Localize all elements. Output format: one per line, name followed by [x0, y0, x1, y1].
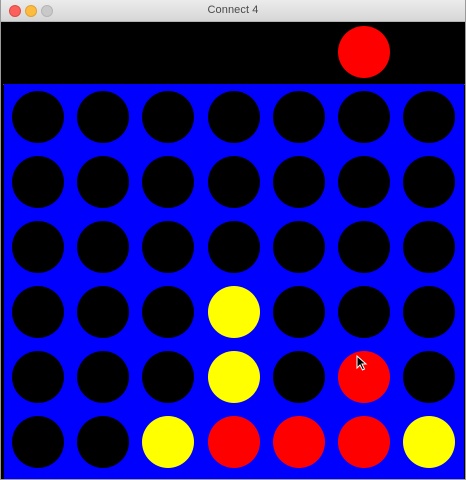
empty-slot[interactable]	[207, 221, 260, 273]
empty-slot[interactable]	[403, 221, 456, 273]
empty-slot[interactable]	[207, 91, 260, 143]
red-piece[interactable]	[272, 416, 325, 468]
empty-slot[interactable]	[403, 351, 456, 403]
empty-slot[interactable]	[338, 286, 390, 338]
empty-slot[interactable]	[272, 286, 325, 338]
hover-piece	[338, 26, 390, 78]
empty-slot[interactable]	[272, 221, 325, 273]
empty-slot[interactable]	[403, 156, 456, 208]
empty-slot[interactable]	[77, 156, 130, 208]
empty-slot[interactable]	[272, 91, 325, 143]
mouse-cursor-icon	[356, 355, 368, 371]
empty-slot[interactable]	[142, 91, 195, 143]
yellow-piece[interactable]	[403, 416, 456, 468]
yellow-piece[interactable]	[142, 416, 195, 468]
empty-slot[interactable]	[338, 221, 390, 273]
empty-slot[interactable]	[12, 156, 64, 208]
empty-slot[interactable]	[338, 91, 390, 143]
empty-slot[interactable]	[77, 416, 130, 468]
empty-slot[interactable]	[142, 221, 195, 273]
empty-slot[interactable]	[77, 351, 130, 403]
empty-slot[interactable]	[12, 286, 64, 338]
empty-slot[interactable]	[207, 156, 260, 208]
window-title: Connect 4	[207, 4, 259, 16]
empty-slot[interactable]	[12, 351, 64, 403]
empty-slot[interactable]	[12, 91, 64, 143]
empty-slot[interactable]	[142, 156, 195, 208]
empty-slot[interactable]	[338, 156, 390, 208]
empty-slot[interactable]	[403, 91, 456, 143]
drop-zone[interactable]	[1, 22, 465, 84]
empty-slot[interactable]	[77, 286, 130, 338]
empty-slot[interactable]	[77, 91, 130, 143]
empty-slot[interactable]	[272, 351, 325, 403]
yellow-piece[interactable]	[207, 351, 260, 403]
empty-slot[interactable]	[403, 286, 456, 338]
red-piece[interactable]	[338, 416, 390, 468]
empty-slot[interactable]	[142, 351, 195, 403]
game-board[interactable]	[4, 84, 464, 479]
empty-slot[interactable]	[272, 156, 325, 208]
empty-slot[interactable]	[12, 221, 64, 273]
yellow-piece[interactable]	[207, 286, 260, 338]
empty-slot[interactable]	[142, 286, 195, 338]
red-piece[interactable]	[207, 416, 260, 468]
title-bar[interactable]: Connect 4	[1, 0, 465, 22]
app-window: Connect 4	[0, 0, 466, 480]
empty-slot[interactable]	[77, 221, 130, 273]
empty-slot[interactable]	[12, 416, 64, 468]
